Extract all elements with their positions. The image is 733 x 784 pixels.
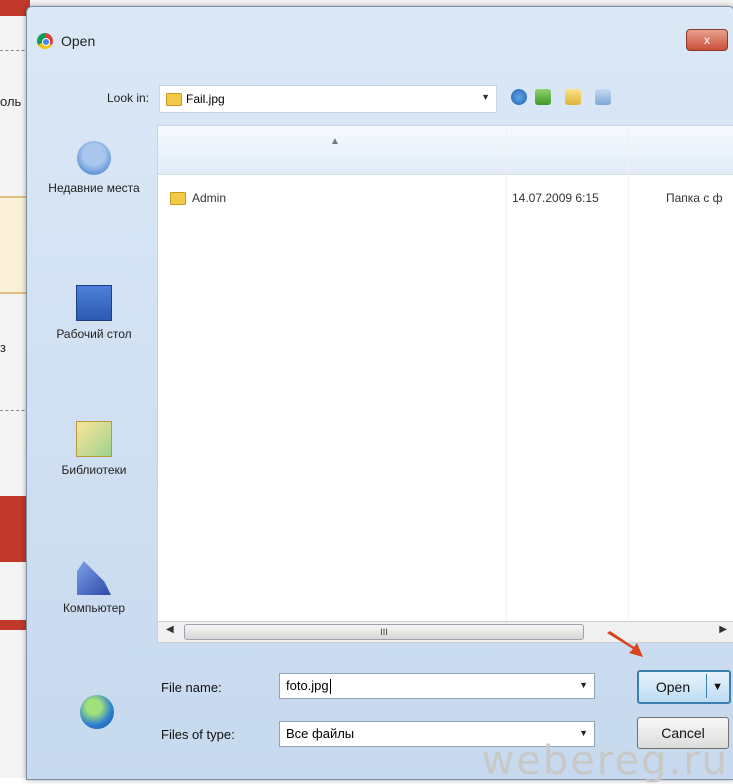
view-menu-icon[interactable] <box>595 89 611 105</box>
place-desktop[interactable]: Рабочий стол <box>35 285 153 341</box>
scroll-right-icon[interactable]: ▶ <box>719 624 727 635</box>
places-sidebar: Недавние места Рабочий стол Библиотеки К… <box>35 125 153 625</box>
open-dropdown-icon[interactable]: ▼ <box>712 672 723 702</box>
open-file-dialog: Open x Look in: Fail.jpg ▼ Недавние мест… <box>26 6 733 780</box>
scroll-left-icon[interactable]: ◀ <box>166 624 174 635</box>
scroll-thumb[interactable]: III <box>184 624 584 640</box>
network-icon <box>80 695 114 729</box>
place-libraries[interactable]: Библиотеки <box>35 421 153 477</box>
place-label: Рабочий стол <box>56 327 132 341</box>
look-in-combobox[interactable]: Fail.jpg ▼ <box>159 85 497 113</box>
chevron-down-icon: ▼ <box>579 728 588 738</box>
file-type-value: Все файлы <box>286 726 355 741</box>
desktop-icon <box>76 285 112 321</box>
sort-indicator-icon: ▲ <box>330 136 340 147</box>
file-type-label: Files of type: <box>161 727 235 742</box>
place-label: Компьютер <box>62 601 126 615</box>
open-button-label: Open <box>655 679 691 695</box>
file-name-cell: Admin <box>192 191 227 205</box>
file-type-cell: Папка с ф <box>666 191 723 205</box>
background-text: оль <box>0 94 22 109</box>
chevron-down-icon: ▼ <box>481 92 490 102</box>
file-row[interactable]: Admin 14.07.2009 6:15 Папка с ф <box>158 186 733 210</box>
watermark: webereg.ru <box>481 738 729 784</box>
libraries-icon <box>76 421 112 457</box>
dialog-title: Open <box>61 33 96 49</box>
new-folder-icon[interactable] <box>565 89 581 105</box>
open-button[interactable]: Open ▼ <box>637 670 731 704</box>
file-name-text: foto.jpg <box>286 678 329 693</box>
split-divider <box>706 674 707 698</box>
look-in-label: Look in: <box>107 91 150 105</box>
recent-places-icon <box>77 141 111 175</box>
chevron-down-icon[interactable]: ▼ <box>579 680 588 690</box>
place-computer[interactable]: Компьютер <box>35 561 153 615</box>
file-list[interactable]: ▲ Admin 14.07.2009 6:15 Папка с ф <box>157 125 733 623</box>
chrome-icon <box>37 33 53 49</box>
file-date-cell: 14.07.2009 6:15 <box>512 191 599 205</box>
pointer-arrow-icon <box>607 631 643 657</box>
folder-icon <box>170 192 186 205</box>
folder-icon <box>166 93 182 106</box>
place-network[interactable] <box>67 695 127 735</box>
text-caret <box>329 679 331 695</box>
look-in-path: Fail.jpg <box>186 92 225 106</box>
dialog-titlebar[interactable]: Open x <box>27 7 733 67</box>
horizontal-scrollbar[interactable]: ◀ III ▶ <box>157 621 733 643</box>
file-name-input[interactable]: foto.jpg ▼ <box>279 673 595 699</box>
back-icon[interactable] <box>511 89 527 105</box>
place-recent[interactable]: Недавние места <box>35 141 153 195</box>
file-name-value: foto.jpg <box>286 678 331 695</box>
place-label: Недавние места <box>48 181 140 195</box>
background-text: з <box>0 340 6 355</box>
up-folder-icon[interactable] <box>535 89 551 105</box>
close-button[interactable]: x <box>686 29 728 51</box>
file-list-header: ▲ <box>158 126 733 175</box>
computer-icon <box>77 561 111 595</box>
file-name-label: File name: <box>161 680 222 695</box>
place-label: Библиотеки <box>61 463 127 477</box>
